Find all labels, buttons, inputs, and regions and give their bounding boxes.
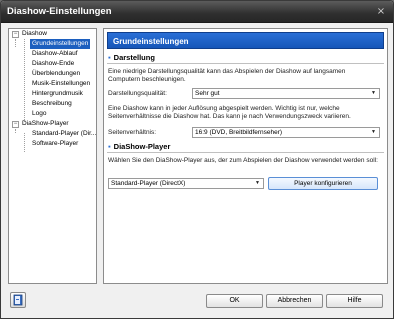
tree-item-software-player[interactable]: Software-Player xyxy=(32,139,78,149)
section-bullet-icon: ▪ xyxy=(108,53,111,62)
cancel-button[interactable]: Abbrechen xyxy=(266,294,323,308)
aspect-select[interactable]: 16:9 (DVD, Breitbildfernseher) ▼ xyxy=(192,127,380,138)
section-title: Darstellung xyxy=(113,53,155,62)
aspect-label: Seitenverhältnis: xyxy=(108,129,157,136)
tree-item-ueberblendungen[interactable]: Überblendungen xyxy=(32,69,80,79)
settings-panel: Grundeinstellungen ▪ Darstellung Eine nie… xyxy=(103,28,388,284)
aspect-value: 16:9 (DVD, Breitbildfernseher) xyxy=(195,129,283,136)
dropdown-arrow-icon: ▼ xyxy=(255,180,260,186)
panel-title: Grundeinstellungen xyxy=(107,32,384,49)
tree-group-diashow[interactable]: Diashow xyxy=(22,29,47,39)
window-title: Diashow-Einstellungen xyxy=(7,6,112,17)
tree-connector xyxy=(24,133,25,152)
quality-select[interactable]: Sehr gut ▼ xyxy=(192,88,380,99)
section-player: ▪ DiaShow-Player xyxy=(107,142,384,153)
title-bar[interactable]: Diashow-Einstellungen × xyxy=(1,1,393,23)
tree-item-diashow-ende[interactable]: Diashow-Ende xyxy=(32,59,74,69)
close-icon[interactable]: × xyxy=(375,6,387,18)
tree-connector xyxy=(24,39,25,122)
quality-label: Darstellungsqualität: xyxy=(108,90,167,97)
tree-connector xyxy=(15,129,16,133)
ok-button[interactable]: OK xyxy=(206,294,263,308)
section-darstellung: ▪ Darstellung xyxy=(107,53,384,64)
tree-item-diashow-ablauf[interactable]: Diashow-Ablauf xyxy=(32,49,78,59)
tree-group-diashow-player[interactable]: DiaShow-Player xyxy=(22,119,69,129)
darstellung-description: Eine niedrige Darstellungsqualität kann … xyxy=(108,68,346,83)
tree-item-logo[interactable]: Logo xyxy=(32,109,46,119)
collapse-icon[interactable]: − xyxy=(12,121,19,128)
configure-player-button[interactable]: Player konfigurieren xyxy=(268,177,378,190)
tree-connector xyxy=(15,39,16,47)
collapse-icon[interactable]: − xyxy=(12,31,19,38)
dropdown-arrow-icon: ▼ xyxy=(371,129,376,135)
dropdown-arrow-icon: ▼ xyxy=(371,90,376,96)
tree-item-beschreibung[interactable]: Beschreibung xyxy=(32,99,72,109)
context-help-button[interactable] xyxy=(10,292,26,308)
book-icon xyxy=(13,294,23,306)
help-button[interactable]: Hilfe xyxy=(326,294,383,308)
tree-item-hintergrundmusik[interactable]: Hintergrundmusik xyxy=(32,89,83,99)
player-description: Wählen Sie den DiaShow-Player aus, der z… xyxy=(108,157,378,164)
player-value: Standard-Player (DirectX) xyxy=(111,180,186,187)
section-bullet-icon: ▪ xyxy=(108,142,111,151)
quality-value: Sehr gut xyxy=(195,90,220,97)
tree-item-standard-player[interactable]: Standard-Player (Dir... xyxy=(32,129,96,139)
settings-dialog: Diashow-Einstellungen × − Diashow Grunde… xyxy=(0,0,394,319)
settings-tree: − Diashow Grundeinstellungen Diashow-Abl… xyxy=(8,28,97,284)
player-select[interactable]: Standard-Player (DirectX) ▼ xyxy=(108,178,264,189)
tree-item-musik-einstellungen[interactable]: Musik-Einstellungen xyxy=(32,79,90,89)
aspect-description: Eine Diashow kann in jeder Auflösung abg… xyxy=(108,105,351,120)
tree-item-grundeinstellungen[interactable]: Grundeinstellungen xyxy=(30,39,91,49)
section-title: DiaShow-Player xyxy=(113,142,171,151)
